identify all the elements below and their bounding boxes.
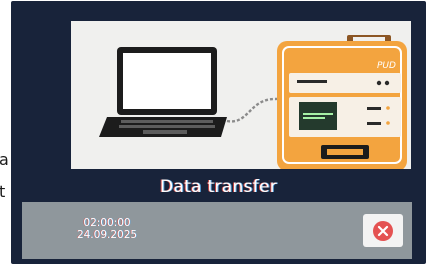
clock-time: 02:00:00 — [83, 217, 131, 229]
close-icon — [373, 220, 393, 241]
device-label: PUD — [377, 61, 396, 71]
transfer-illustration: PUD — [71, 21, 411, 169]
edge-text-line2: t — [0, 182, 6, 201]
close-button[interactable] — [363, 214, 403, 247]
close-icon-glyph — [377, 225, 389, 236]
pud-device-icon: PUD — [277, 35, 407, 169]
laptop-icon — [99, 47, 227, 137]
screen-title: Data transfer — [159, 177, 278, 197]
illustration-svg: PUD — [99, 35, 407, 169]
edge-text-line1: a — [0, 150, 9, 169]
clock-date: 24.09.2025 — [76, 229, 138, 241]
device-screen: PUD Data transfer 02:00:00 24.09.2025 — [11, 1, 426, 264]
bottom-bar: 02:00:00 24.09.2025 — [22, 202, 412, 259]
clock-display: 02:00:00 24.09.2025 — [62, 217, 152, 241]
stage: a t PUD Data transfer 02:00:00 24.09.202… — [0, 0, 431, 267]
